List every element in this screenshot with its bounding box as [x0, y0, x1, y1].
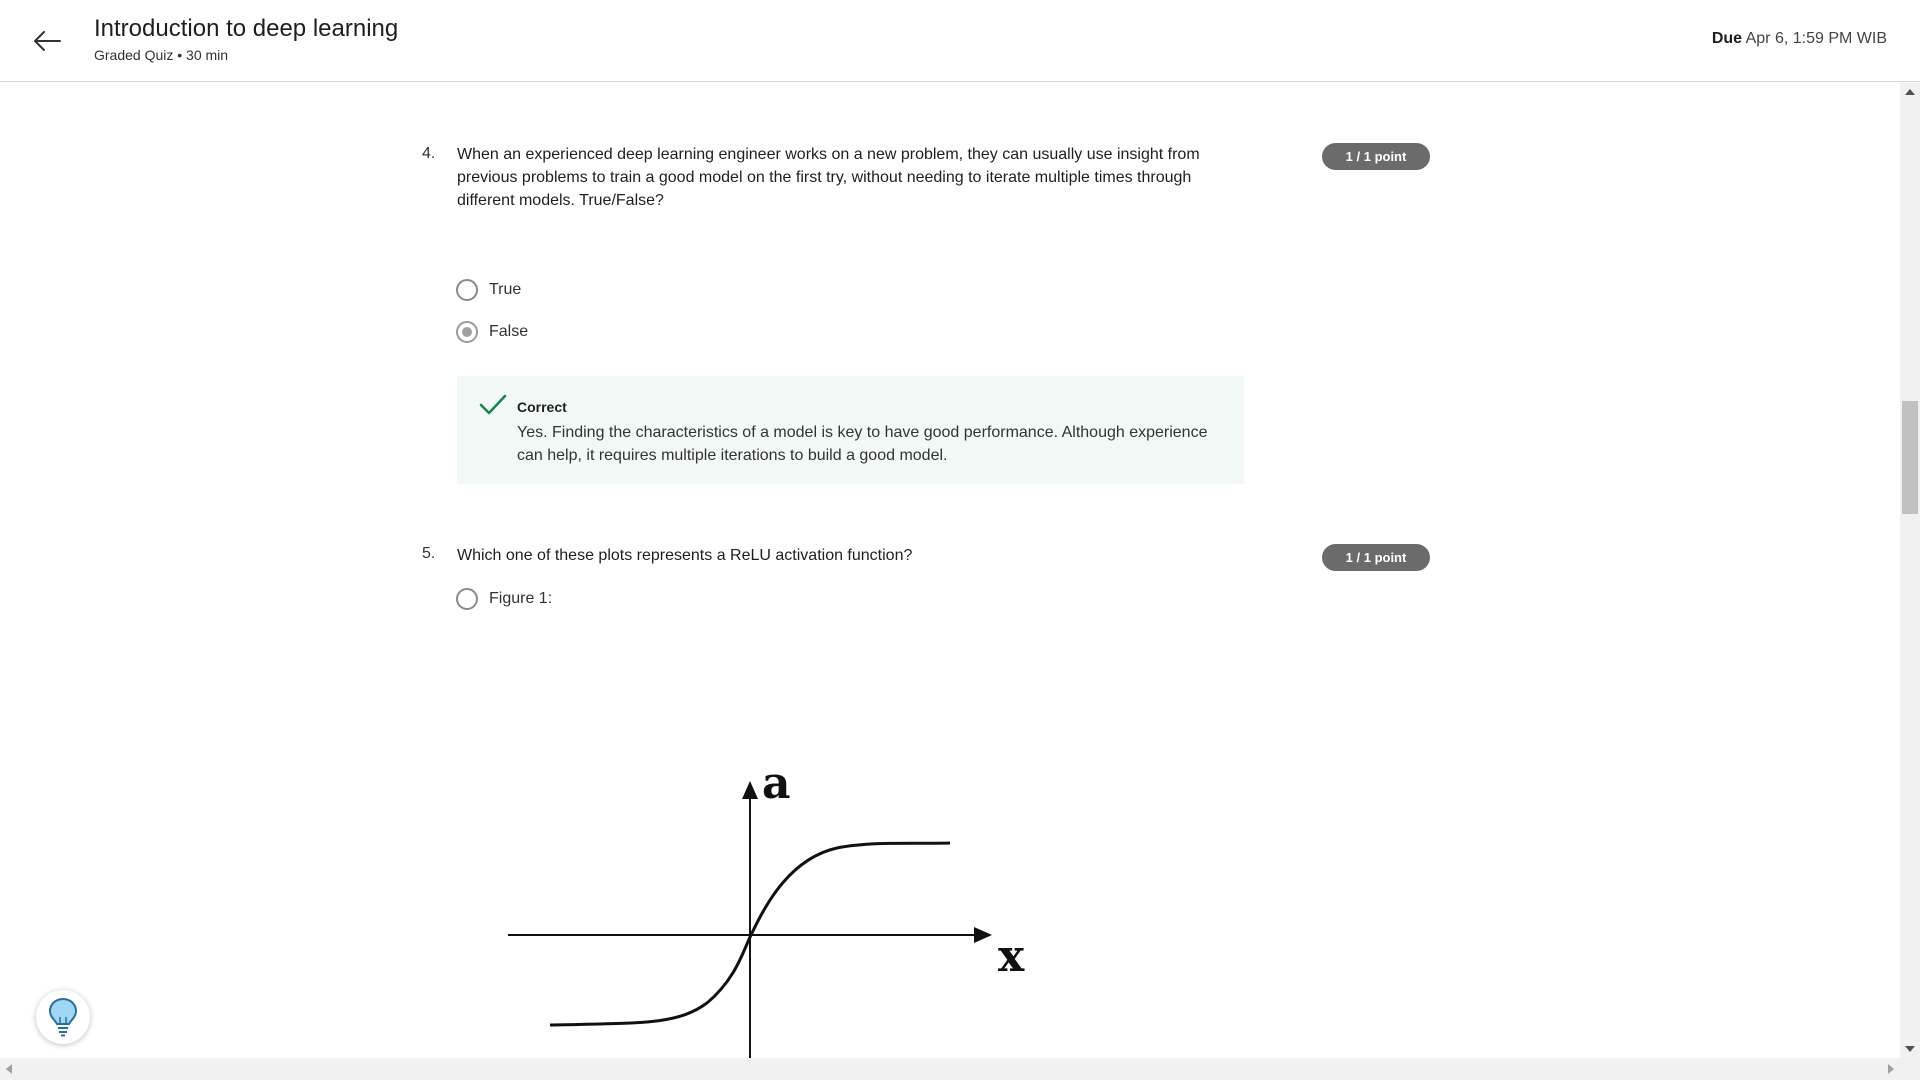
lightbulb-icon	[48, 997, 78, 1037]
hint-button[interactable]	[36, 990, 90, 1044]
option-label: True	[489, 281, 522, 298]
y-axis-label: a	[762, 758, 791, 809]
quiz-header: Introduction to deep learning Graded Qui…	[0, 0, 1920, 82]
option-false[interactable]: False	[456, 321, 528, 343]
horizontal-scrollbar[interactable]	[0, 1058, 1900, 1080]
due-label: Due	[1711, 30, 1743, 47]
feedback-text: Yes. Finding the characteristics of a mo…	[517, 424, 1208, 464]
scrollbar-corner	[1900, 1058, 1920, 1080]
option-figure-1[interactable]: Figure 1:	[456, 588, 552, 610]
option-true[interactable]: True	[456, 279, 521, 301]
radio-button[interactable]	[456, 588, 478, 610]
scroll-up-icon[interactable]	[1905, 89, 1915, 95]
quiz-content: 4. When an experienced deep learning eng…	[0, 83, 1900, 1058]
x-axis-arrow	[974, 927, 992, 943]
question-text: When an experienced deep learning engine…	[457, 146, 1200, 209]
checkmark-icon	[479, 394, 507, 415]
option-label: False	[489, 323, 529, 340]
page-title: Introduction to deep learning	[94, 15, 399, 42]
question-number: 5.	[422, 545, 436, 562]
question-number: 4.	[422, 145, 436, 162]
points-badge: 1 / 1 point	[1322, 143, 1430, 170]
due-date: Due Apr 6, 1:59 PM WIB	[1712, 30, 1887, 48]
option-label: Figure 1:	[489, 590, 553, 607]
due-value: Apr 6, 1:59 PM WIB	[1745, 30, 1887, 47]
question-text: Which one of these plots represents a Re…	[457, 547, 913, 564]
scroll-right-icon[interactable]	[1888, 1064, 1894, 1074]
feedback-status: Correct	[517, 399, 567, 415]
quiz-meta: Graded Quiz • 30 min	[94, 47, 229, 63]
x-axis-label: x	[998, 931, 1025, 982]
vertical-scrollbar[interactable]	[1900, 83, 1920, 1058]
feedback-box: Correct Yes. Finding the characteristics…	[457, 376, 1244, 484]
scroll-down-icon[interactable]	[1905, 1046, 1915, 1052]
scrollbar-thumb[interactable]	[1902, 401, 1918, 514]
radio-button[interactable]	[456, 279, 478, 301]
radio-button-selected[interactable]	[456, 321, 478, 343]
back-button[interactable]	[30, 24, 64, 58]
scroll-left-icon[interactable]	[6, 1064, 12, 1074]
arrow-left-icon	[34, 31, 61, 51]
points-badge: 1 / 1 point	[1322, 544, 1430, 571]
activation-plot-figure: a x	[508, 758, 1025, 1058]
y-axis-arrow	[742, 781, 758, 799]
